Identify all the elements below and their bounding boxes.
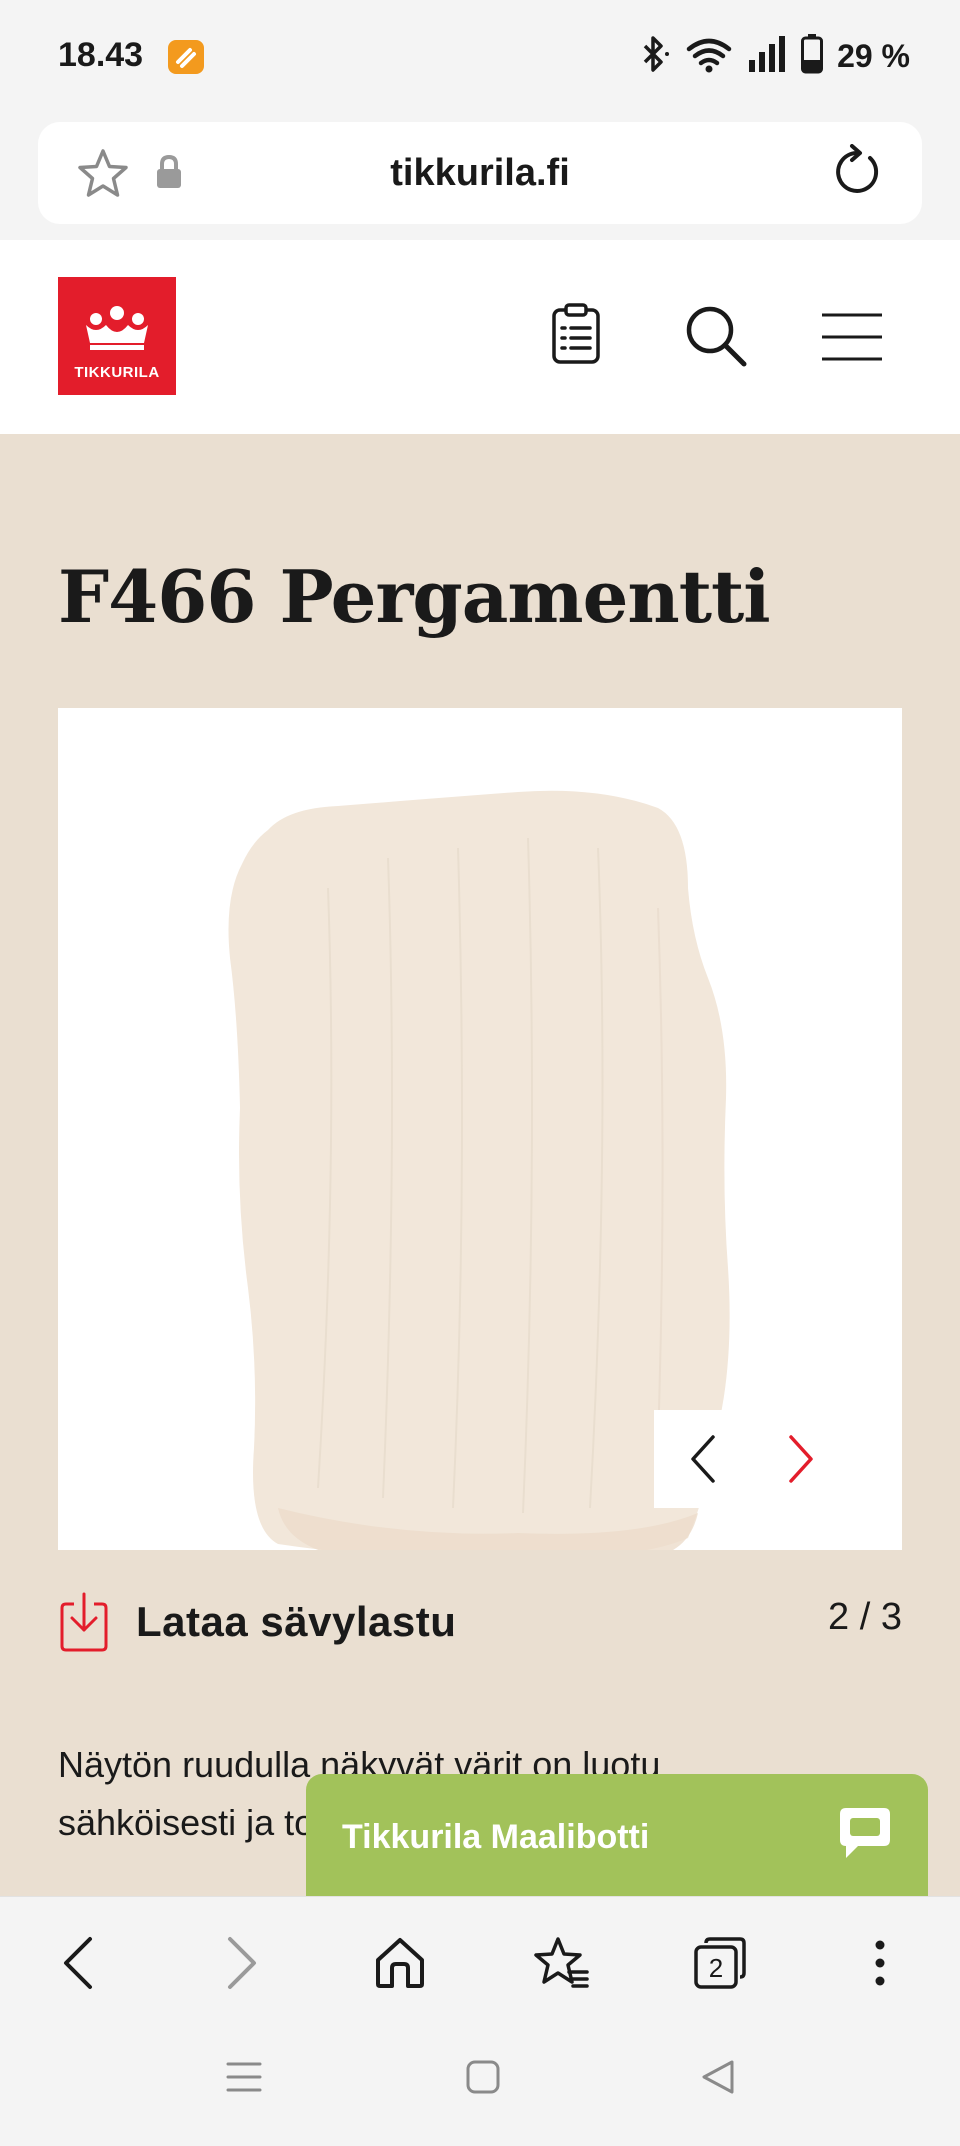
- home-button[interactable]: [368, 1931, 432, 1995]
- forward-arrow-icon: [228, 1937, 256, 1989]
- bookmarks-star-icon: [534, 1937, 589, 1988]
- clipboard-list-icon[interactable]: [550, 302, 602, 371]
- tabs-button[interactable]: 2: [688, 1931, 752, 1995]
- carousel-next-button[interactable]: [752, 1410, 850, 1508]
- image-counter: 2 / 3: [828, 1596, 902, 1638]
- tabs-icon: 2: [694, 1937, 746, 1989]
- recent-apps-button[interactable]: [226, 2060, 262, 2099]
- bookmarks-button[interactable]: [528, 1931, 592, 1995]
- tikkurila-logo[interactable]: TIKKURILA: [58, 277, 176, 395]
- reload-icon[interactable]: [828, 144, 884, 205]
- app-notification-icon: [168, 40, 204, 74]
- status-bar: 18.43 29 %: [0, 0, 960, 116]
- download-label[interactable]: Lataa sävylastu: [136, 1598, 456, 1646]
- more-vertical-icon: [875, 1940, 885, 1986]
- color-swatch-image: [58, 708, 902, 1550]
- wifi-icon: [685, 35, 733, 78]
- forward-button[interactable]: [210, 1931, 274, 1995]
- browser-toolbar: 2: [0, 1896, 960, 2026]
- chatbot-button[interactable]: Tikkurila Maalibotti: [306, 1774, 928, 1914]
- back-button[interactable]: [46, 1931, 110, 1995]
- product-section: F466 Pergamentti Lataa sävylastu 2 / 3 N…: [0, 434, 960, 1896]
- download-icon: [60, 1592, 108, 1652]
- signal-icon: [747, 35, 787, 77]
- url-text[interactable]: tikkurila.fi: [38, 152, 922, 195]
- chevron-left-icon: [691, 1435, 715, 1483]
- back-arrow-icon: [64, 1937, 92, 1989]
- chatbot-label: Tikkurila Maalibotti: [342, 1818, 650, 1856]
- tab-count: 2: [709, 1953, 723, 1983]
- product-title: F466 Pergamentti: [58, 554, 771, 639]
- recents-icon: [226, 2062, 262, 2092]
- carousel-prev-button[interactable]: [654, 1410, 752, 1508]
- triangle-back-icon: [702, 2060, 734, 2094]
- more-options-button[interactable]: [848, 1931, 912, 1995]
- download-swatch-link[interactable]: Lataa sävylastu: [58, 1592, 456, 1652]
- square-home-icon: [466, 2060, 500, 2094]
- system-navigation-bar: [0, 2026, 960, 2146]
- status-time: 18.43: [58, 36, 144, 74]
- home-icon: [376, 1938, 424, 1988]
- back-nav-button[interactable]: [700, 2058, 736, 2101]
- chat-bubble-icon: [836, 1804, 894, 1867]
- search-icon[interactable]: [684, 304, 748, 373]
- battery-icon: [801, 33, 824, 79]
- home-nav-button[interactable]: [466, 2060, 500, 2099]
- bluetooth-icon: [637, 34, 671, 79]
- crown-icon: [86, 306, 148, 350]
- hamburger-menu-icon[interactable]: [822, 312, 882, 367]
- site-header: TIKKURILA: [0, 240, 960, 434]
- battery-percentage: 29 %: [837, 37, 910, 74]
- chevron-right-icon: [789, 1435, 813, 1483]
- address-bar[interactable]: tikkurila.fi: [38, 122, 922, 224]
- logo-text: TIKKURILA: [74, 364, 160, 381]
